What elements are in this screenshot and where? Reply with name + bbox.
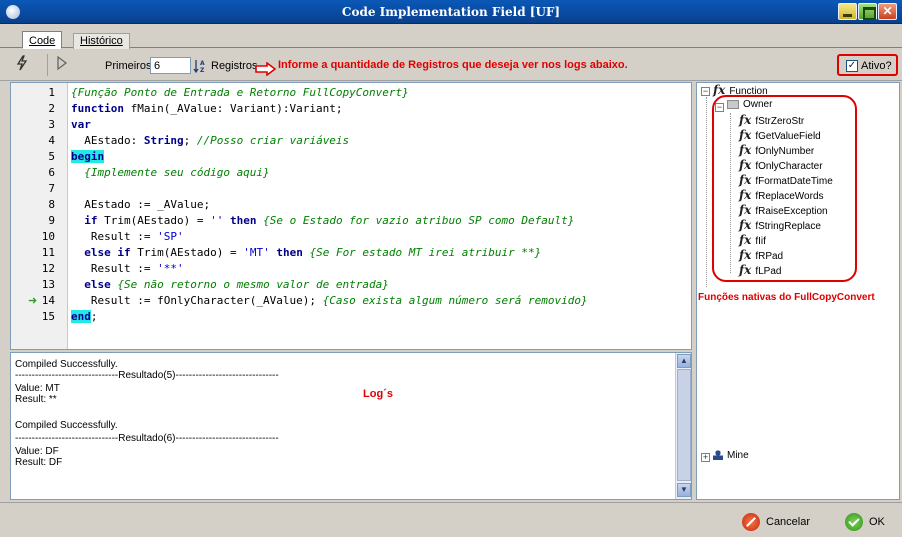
line-number: 15 bbox=[41, 310, 55, 323]
code-line: else {Se não retorno o mesmo valor de en… bbox=[71, 278, 389, 291]
line-gutter: 1 2 3 4 5 6 7 8 9 10 11 12 13 ➜ 14 15 bbox=[11, 83, 68, 349]
tab-historico[interactable]: Histórico bbox=[73, 33, 130, 49]
tab-bar: Code Histórico bbox=[0, 24, 902, 49]
code-line: {Função Ponto de Entrada e Retorno FullC… bbox=[71, 86, 409, 99]
sort-order-icon[interactable]: AZ bbox=[193, 58, 209, 74]
log-line: Value: DF bbox=[15, 446, 59, 457]
tree-node-mine[interactable]: Mine bbox=[713, 450, 749, 461]
line-number: 8 bbox=[48, 198, 55, 211]
ok-button[interactable]: OK bbox=[845, 511, 890, 533]
line-number: 11 bbox=[41, 246, 55, 259]
maximize-button[interactable] bbox=[858, 3, 877, 20]
line-number: 10 bbox=[41, 230, 55, 243]
code-editor[interactable]: 1 2 3 4 5 6 7 8 9 10 11 12 13 ➜ 14 15 {F… bbox=[10, 82, 692, 350]
line-number: 3 bbox=[48, 118, 55, 131]
scroll-down-button[interactable]: ▼ bbox=[677, 483, 691, 497]
line-number: 13 bbox=[41, 278, 55, 291]
ativo-label: Ativo? bbox=[861, 60, 892, 72]
code-line: AEstado := _AValue; bbox=[71, 198, 211, 211]
code-line: {Implemente seu código aqui} bbox=[71, 166, 270, 179]
tree-line bbox=[706, 97, 707, 287]
cancel-icon bbox=[742, 513, 760, 531]
tab-code[interactable]: Code bbox=[22, 31, 63, 49]
primeiros-label: Primeiros: bbox=[105, 60, 155, 72]
ok-check-icon bbox=[845, 513, 863, 531]
scroll-up-button[interactable]: ▲ bbox=[677, 354, 691, 368]
log-line: Result: ** bbox=[15, 394, 57, 405]
line-number: 6 bbox=[48, 166, 55, 179]
log-line: Result: DF bbox=[15, 457, 63, 468]
toolbar-separator bbox=[47, 54, 48, 76]
line-number: 7 bbox=[48, 182, 55, 195]
code-line: var bbox=[71, 118, 91, 131]
red-arrow-icon bbox=[255, 62, 277, 76]
line-number: 14 bbox=[41, 294, 55, 307]
code-line: AEstado: String; //Posso criar variáveis bbox=[71, 134, 350, 147]
ativo-checkbox[interactable]: ✓ bbox=[846, 60, 858, 72]
cancel-button[interactable]: Cancelar bbox=[742, 511, 822, 533]
log-line: Compiled Successfully. bbox=[15, 420, 118, 431]
line-number: 9 bbox=[48, 214, 55, 227]
line-number: 5 bbox=[48, 150, 55, 163]
registros-hint: Informe a quantidade de Registros que de… bbox=[278, 59, 628, 71]
expand-toggle[interactable]: + bbox=[701, 453, 710, 462]
log-line: Compiled Successfully. bbox=[15, 359, 118, 370]
log-line: -------------------------------Resultado… bbox=[15, 433, 279, 444]
log-scrollbar[interactable]: ▲ ▼ bbox=[675, 353, 691, 499]
user-icon bbox=[713, 450, 723, 461]
line-number: 1 bbox=[48, 86, 55, 99]
run-icon[interactable] bbox=[52, 55, 72, 75]
registros-label: Registros bbox=[211, 60, 258, 72]
native-functions-annotation: Funções nativas do FullCopyConvert bbox=[698, 292, 875, 303]
native-functions-highlight bbox=[712, 95, 857, 282]
code-line: function fMain(_AValue: Variant):Variant… bbox=[71, 102, 343, 115]
toolbar: Primeiros: AZ Registros Informe a quanti… bbox=[0, 49, 902, 81]
code-line: end; bbox=[71, 310, 98, 323]
ativo-toggle[interactable]: ✓ Ativo? bbox=[837, 54, 898, 76]
window-title: Code Implementation Field [UF] bbox=[341, 5, 561, 19]
collapse-toggle[interactable]: − bbox=[701, 87, 710, 96]
code-line: if Trim(AEstado) = '' then {Se o Estado … bbox=[71, 214, 575, 227]
code-line: Result := fOnlyCharacter(_AValue); {Caso… bbox=[71, 294, 588, 307]
scroll-thumb[interactable] bbox=[677, 369, 691, 481]
compile-icon[interactable] bbox=[12, 55, 32, 75]
line-number: 12 bbox=[41, 262, 55, 275]
ok-label: OK bbox=[869, 516, 885, 528]
code-line: begin bbox=[71, 150, 105, 163]
code-line: Result := 'SP' bbox=[71, 230, 184, 243]
svg-text:Z: Z bbox=[200, 67, 205, 74]
line-number: 2 bbox=[48, 102, 55, 115]
cancel-label: Cancelar bbox=[766, 516, 811, 528]
code-line: Result := '**' bbox=[71, 262, 184, 275]
svg-text:A: A bbox=[200, 60, 205, 67]
footer-bar: Cancelar OK bbox=[0, 502, 902, 537]
minimize-button[interactable] bbox=[838, 3, 857, 20]
primeiros-input[interactable] bbox=[150, 57, 191, 74]
log-panel[interactable]: Compiled Successfully. -----------------… bbox=[10, 352, 692, 500]
close-button[interactable]: ✕ bbox=[878, 3, 897, 20]
log-line: -------------------------------Resultado… bbox=[15, 370, 279, 381]
code-line: else if Trim(AEstado) = 'MT' then {Se Fo… bbox=[71, 246, 542, 259]
line-number: 4 bbox=[48, 134, 55, 147]
log-line: Value: MT bbox=[15, 383, 60, 394]
log-annotation: Log´s bbox=[363, 388, 393, 400]
title-bar: Code Implementation Field [UF] ✕ bbox=[0, 0, 902, 24]
